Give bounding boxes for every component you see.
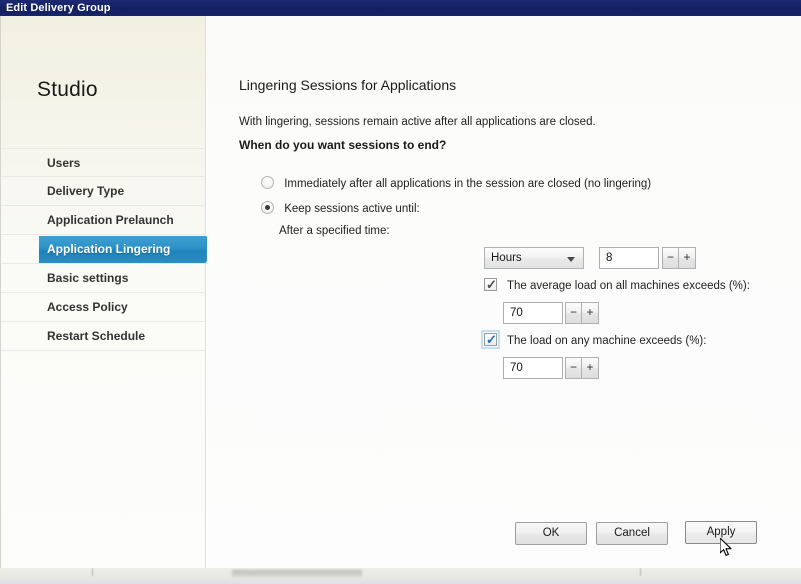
time-value-stepper[interactable]: − + xyxy=(662,247,696,269)
product-title: Studio xyxy=(37,78,98,101)
sidebar-item-label: Users xyxy=(47,156,81,170)
radio-option-keep-active[interactable]: Keep sessions active until: xyxy=(261,201,420,215)
sidebar-item-label: Basic settings xyxy=(47,271,129,285)
background-mark-right xyxy=(640,568,641,576)
sidebar-item-label: Restart Schedule xyxy=(47,329,146,343)
checkbox-icon[interactable]: ✓ xyxy=(481,330,500,349)
check-mark-icon: ✓ xyxy=(486,277,497,292)
average-load-stepper[interactable]: − + xyxy=(565,302,599,324)
any-machine-load-input[interactable]: 70 xyxy=(503,357,563,379)
window-title-bar: Edit Delivery Group xyxy=(0,0,801,16)
sidebar-item-restart-schedule[interactable]: Restart Schedule xyxy=(1,322,206,351)
stepper-increment-button[interactable]: + xyxy=(679,247,696,269)
application-window: Edit Delivery Group Studio Users Deliver… xyxy=(0,0,801,584)
checkbox-any-machine-load[interactable]: ✓ The load on any machine exceeds (%): xyxy=(481,330,707,349)
page-description: With lingering, sessions remain active a… xyxy=(239,116,596,128)
radio-icon[interactable] xyxy=(261,176,274,189)
stepper-decrement-button[interactable]: − xyxy=(565,302,582,324)
stepper-increment-button[interactable]: + xyxy=(582,302,599,324)
average-load-value: 70 xyxy=(510,307,523,319)
time-value-text: 8 xyxy=(606,252,613,264)
dialog-body: Studio Users Delivery Type Application P… xyxy=(0,16,801,568)
sidebar-item-application-prelaunch[interactable]: Application Prelaunch xyxy=(1,206,206,235)
sidebar-item-label: Application Prelaunch xyxy=(47,213,174,227)
content-pane: Lingering Sessions for Applications With… xyxy=(207,16,801,568)
ok-button[interactable]: OK xyxy=(515,522,587,545)
stepper-decrement-button[interactable]: − xyxy=(565,357,582,379)
radio-icon[interactable] xyxy=(261,201,274,214)
checkbox-label: The load on any machine exceeds (%): xyxy=(507,335,707,347)
check-mark-icon: ✓ xyxy=(486,332,497,347)
checkbox-label: The average load on all machines exceeds… xyxy=(507,280,750,292)
radio-label: Keep sessions active until: xyxy=(284,203,420,215)
sidebar-item-label: Application Lingering xyxy=(47,242,171,256)
any-machine-load-stepper[interactable]: − + xyxy=(565,357,599,379)
sidebar-item-application-lingering[interactable]: Application Lingering xyxy=(1,235,219,264)
apply-button[interactable]: Apply xyxy=(685,521,757,544)
radio-option-immediately[interactable]: Immediately after all applications in th… xyxy=(261,176,651,190)
sidebar-item-delivery-type[interactable]: Delivery Type xyxy=(1,177,206,206)
sidebar-item-label: Access Policy xyxy=(47,300,128,314)
background-taskbar-strip xyxy=(0,568,801,584)
average-load-input[interactable]: 70 xyxy=(503,302,563,324)
page-title: Lingering Sessions for Applications xyxy=(239,77,457,93)
chevron-down-icon xyxy=(567,257,575,262)
cancel-button[interactable]: Cancel xyxy=(596,522,668,545)
radio-label: Immediately after all applications in th… xyxy=(284,178,652,190)
window-title: Edit Delivery Group xyxy=(6,2,111,14)
background-mark-left xyxy=(92,568,93,576)
sidebar-item-label: Delivery Type xyxy=(47,184,125,198)
stepper-increment-button[interactable]: + xyxy=(582,357,599,379)
background-blurred-text xyxy=(232,570,362,577)
navigation-list: Users Delivery Type Application Prelaunc… xyxy=(1,148,219,351)
stepper-decrement-button[interactable]: − xyxy=(662,247,679,269)
time-unit-dropdown[interactable]: Hours xyxy=(484,247,584,269)
question-label: When do you want sessions to end? xyxy=(239,138,447,152)
sidebar-item-users[interactable]: Users xyxy=(1,148,206,177)
sidebar-item-basic-settings[interactable]: Basic settings xyxy=(1,264,206,293)
any-machine-load-value: 70 xyxy=(510,362,523,374)
time-unit-value: Hours xyxy=(491,252,522,264)
specified-time-label: After a specified time: xyxy=(279,225,390,237)
sidebar-item-access-policy[interactable]: Access Policy xyxy=(1,293,206,322)
navigation-pane: Studio Users Delivery Type Application P… xyxy=(1,16,219,568)
time-value-input[interactable]: 8 xyxy=(599,247,659,269)
checkbox-icon[interactable]: ✓ xyxy=(484,277,497,292)
checkbox-average-load[interactable]: ✓ The average load on all machines excee… xyxy=(484,277,750,292)
